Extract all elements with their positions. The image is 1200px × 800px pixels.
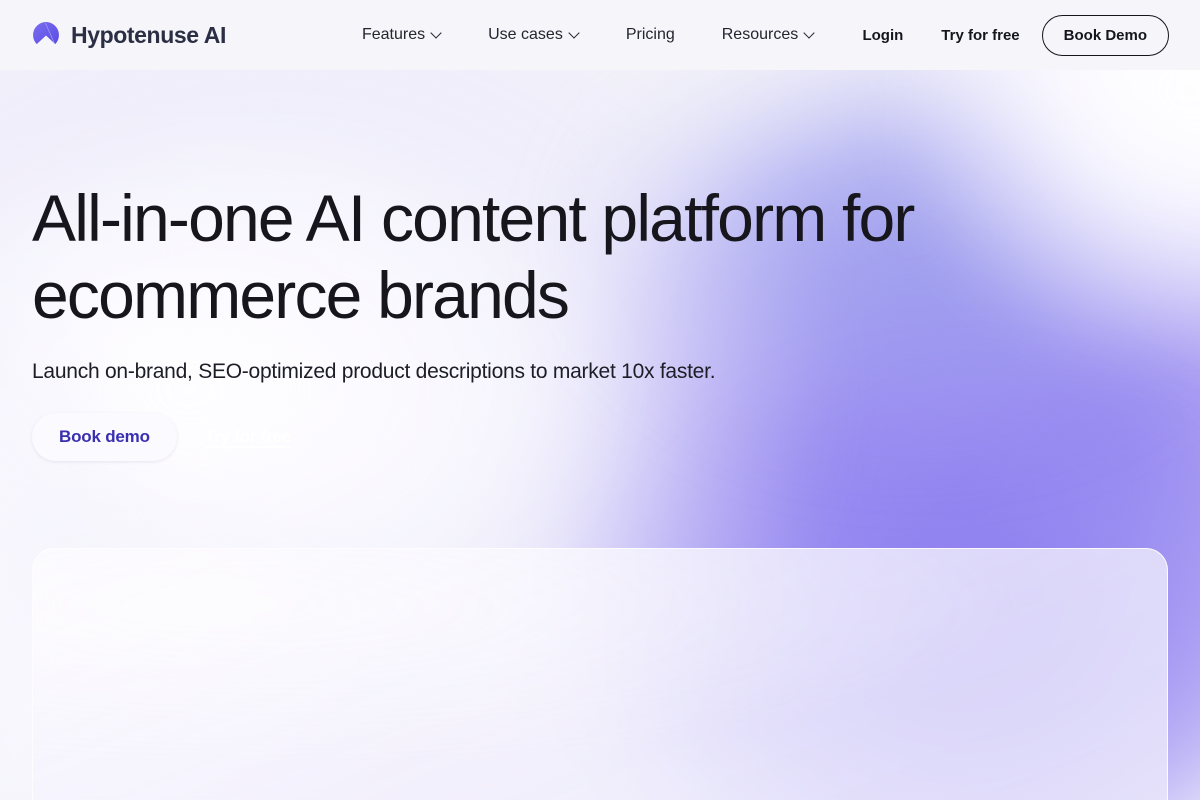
nav-item-use-cases[interactable]: Use cases — [488, 20, 579, 50]
chevron-down-icon — [570, 29, 579, 38]
nav-item-resources[interactable]: Resources — [722, 20, 814, 50]
try-for-free-link[interactable]: Try for free — [941, 27, 1019, 44]
nav-item-label: Features — [361, 26, 426, 43]
chevron-down-icon — [432, 29, 441, 38]
nav-item-label: Use cases — [488, 26, 563, 43]
book-demo-button[interactable]: Book Demo — [1041, 14, 1169, 56]
product-preview-panel[interactable] — [32, 548, 1168, 800]
product-preview-surface — [33, 549, 1167, 800]
brand-logo-link[interactable]: Hypotenuse AI — [32, 21, 226, 49]
hero-headline: All-in-one AI content platform for ecomm… — [32, 181, 915, 333]
hero-book-demo-button[interactable]: Book demo — [32, 413, 177, 462]
header-actions: Login Try for free Book Demo — [862, 14, 1169, 56]
nav-item-label: Resources — [721, 26, 799, 43]
primary-navigation: Features Use cases Pricing Resources — [362, 20, 814, 50]
hero-subheadline: Launch on-brand, SEO-optimized product d… — [32, 360, 716, 384]
hero-section: All-in-one AI content platform for ecomm… — [32, 180, 1092, 462]
nav-item-label: Pricing — [625, 26, 675, 43]
chevron-down-icon — [805, 29, 814, 38]
hero-cta-row: Book demo Try for free — [32, 413, 1092, 462]
login-link[interactable]: Login — [862, 27, 903, 44]
hypotenuse-logo-icon — [33, 22, 59, 45]
nav-item-features[interactable]: Features — [362, 20, 441, 50]
brand-name: Hypotenuse AI — [71, 21, 226, 48]
site-header: Hypotenuse AI Features Use cases Pricing… — [0, 0, 1200, 70]
nav-item-pricing[interactable]: Pricing — [626, 20, 675, 50]
hero-try-for-free-link[interactable]: Try for free — [205, 427, 292, 447]
